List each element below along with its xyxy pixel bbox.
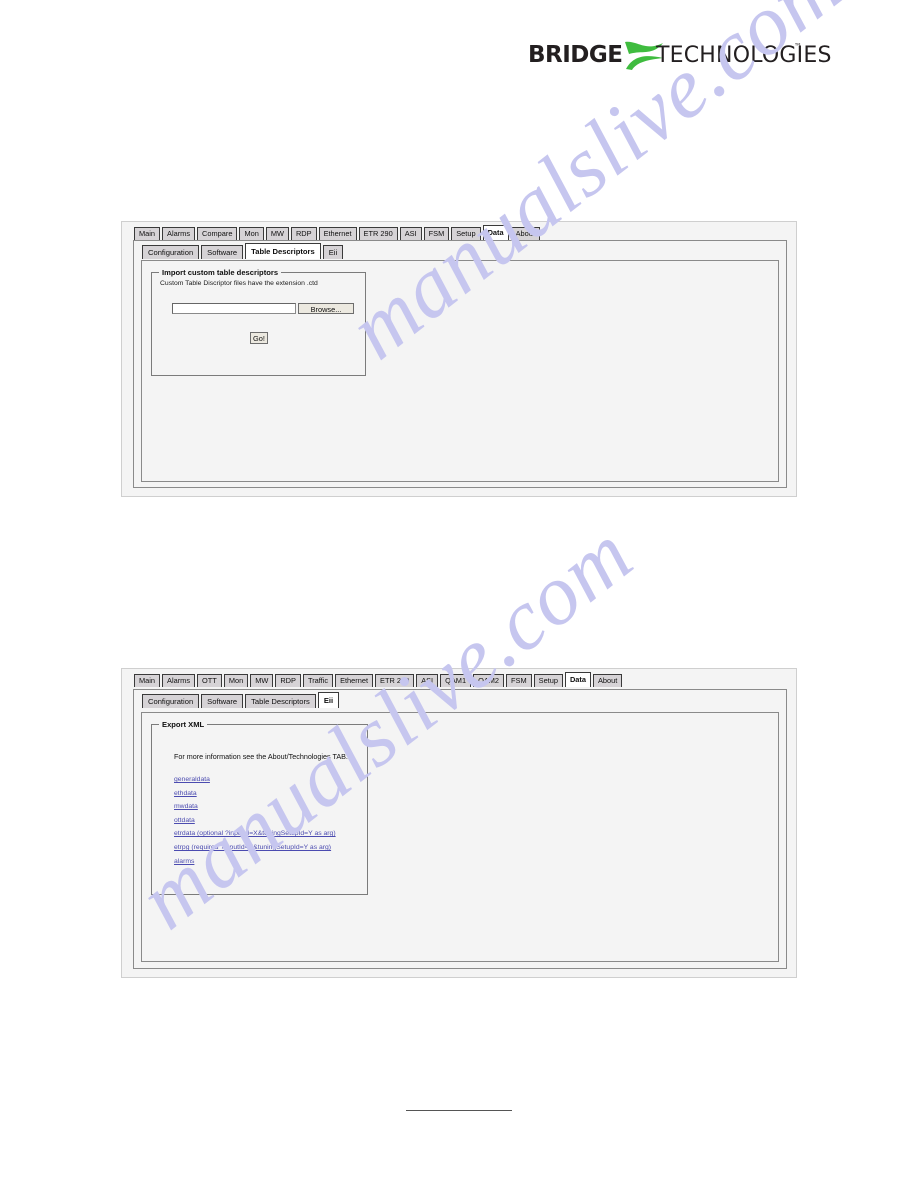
export-link-alarms[interactable]: alarms [174, 855, 336, 869]
screenshot-1-body: Configuration Software Table Descriptors Ei… [133, 240, 787, 488]
sub-tab-bar-1[interactable]: Configuration Software Table Descriptors Ei… [142, 243, 345, 259]
tab-main[interactable]: Main [134, 227, 161, 240]
subtab-table-descriptors[interactable]: Table Descriptors [245, 694, 316, 708]
tab-ott[interactable]: OTT [197, 674, 222, 687]
data-panel-2: Export XML For more information see the … [141, 712, 779, 962]
logo-brand-text: BRIDGE [528, 42, 623, 68]
export-link-ottdata[interactable]: ottdata [174, 814, 336, 828]
logo-trademark: ™ [794, 42, 802, 51]
tab-etr-290[interactable]: ETR 290 [358, 227, 398, 240]
tab-about[interactable]: About [510, 227, 540, 240]
subtab-table-descriptors[interactable]: Table Descriptors [245, 243, 321, 259]
export-link-ethdata[interactable]: ethdata [174, 787, 336, 801]
footer-divider [406, 1110, 512, 1111]
subtab-software[interactable]: Software [201, 245, 244, 259]
import-note-text: Custom Table Discriptor files have the e… [160, 280, 318, 287]
tab-data[interactable]: Data [482, 225, 509, 240]
export-xml-group: Export XML For more information see the … [151, 720, 368, 895]
screenshot-2-body: Configuration Software Table Descriptors Ei… [133, 689, 787, 969]
subtab-eii[interactable]: Eii [317, 692, 340, 708]
tab-mw[interactable]: MW [265, 227, 289, 240]
tab-mw[interactable]: MW [250, 674, 274, 687]
tab-about[interactable]: About [593, 674, 623, 687]
tab-compare[interactable]: Compare [197, 227, 238, 240]
go-button[interactable]: Go! [250, 332, 268, 344]
tab-rdp[interactable]: RDP [290, 227, 317, 240]
subtab-software[interactable]: Software [201, 694, 244, 708]
tab-main[interactable]: Main [134, 674, 161, 687]
tab-data[interactable]: Data [564, 672, 591, 687]
tab-asi[interactable]: ASI [399, 227, 422, 240]
bridge-technologies-logo: BRIDGE TECHNOLOGIES ™ [528, 36, 831, 76]
tab-ethernet[interactable]: Ethernet [318, 227, 357, 240]
tab-alarms[interactable]: Alarms [162, 227, 196, 240]
screenshot-table-descriptors: Main Alarms Compare Mon MW RDP Ethernet ETR 290… [121, 221, 797, 497]
screenshot-eii-export-xml: Main Alarms OTT Mon MW RDP Traffic Ethernet ETR … [121, 668, 797, 978]
export-link-etrpg[interactable]: etrpg (required ?inputId=X&tuningSetupId… [174, 841, 336, 855]
export-info-text: For more information see the About/Techn… [174, 752, 348, 761]
group-legend-import: Import custom table descriptors [159, 268, 282, 277]
tab-setup[interactable]: Setup [533, 674, 563, 687]
group-legend-export: Export XML [159, 720, 208, 729]
import-table-descriptors-group: Import custom table descriptors Custom T… [151, 268, 366, 376]
tab-rdp[interactable]: RDP [275, 674, 301, 687]
subtab-configuration[interactable]: Configuration [142, 694, 200, 708]
export-xml-link-list[interactable]: generaldata ethdata mwdata ottdata etrdata (… [174, 773, 336, 868]
tab-mon[interactable]: Mon [223, 674, 249, 687]
tab-fsm[interactable]: FSM [423, 227, 450, 240]
tab-traffic[interactable]: Traffic [302, 674, 334, 687]
subtab-eii[interactable]: Eii [322, 245, 344, 259]
tab-setup[interactable]: Setup [451, 227, 481, 240]
export-link-etrdata[interactable]: etrdata (optional ?inputId=X&tuningSetup… [174, 827, 336, 841]
main-tab-bar-2[interactable]: Main Alarms OTT Mon MW RDP Traffic Ethernet ETR … [134, 672, 624, 687]
tab-mon[interactable]: Mon [239, 227, 264, 240]
subtab-configuration[interactable]: Configuration [142, 245, 200, 259]
ctd-file-path-input[interactable] [172, 303, 296, 314]
data-panel-1: Import custom table descriptors Custom T… [141, 260, 779, 482]
tab-etr-290[interactable]: ETR 290 [375, 674, 415, 687]
logo-word-text: TECHNOLOGIES [656, 43, 832, 68]
export-link-generaldata[interactable]: generaldata [174, 773, 336, 787]
tab-asi[interactable]: ASI [416, 674, 439, 687]
export-link-mwdata[interactable]: mwdata [174, 800, 336, 814]
sub-tab-bar-2[interactable]: Configuration Software Table Descriptors Ei… [142, 692, 341, 708]
tab-fsm[interactable]: FSM [506, 674, 532, 687]
tab-ethernet[interactable]: Ethernet [335, 674, 374, 687]
tab-alarms[interactable]: Alarms [162, 674, 196, 687]
tab-qam2[interactable]: QAM2 [473, 674, 505, 687]
page-watermark: manualslive.com manualslive.com [0, 0, 918, 1188]
main-tab-bar-1[interactable]: Main Alarms Compare Mon MW RDP Ethernet ETR 290… [134, 225, 542, 240]
tab-qam1[interactable]: QAM1 [440, 674, 472, 687]
browse-button[interactable]: Browse... [298, 303, 354, 314]
